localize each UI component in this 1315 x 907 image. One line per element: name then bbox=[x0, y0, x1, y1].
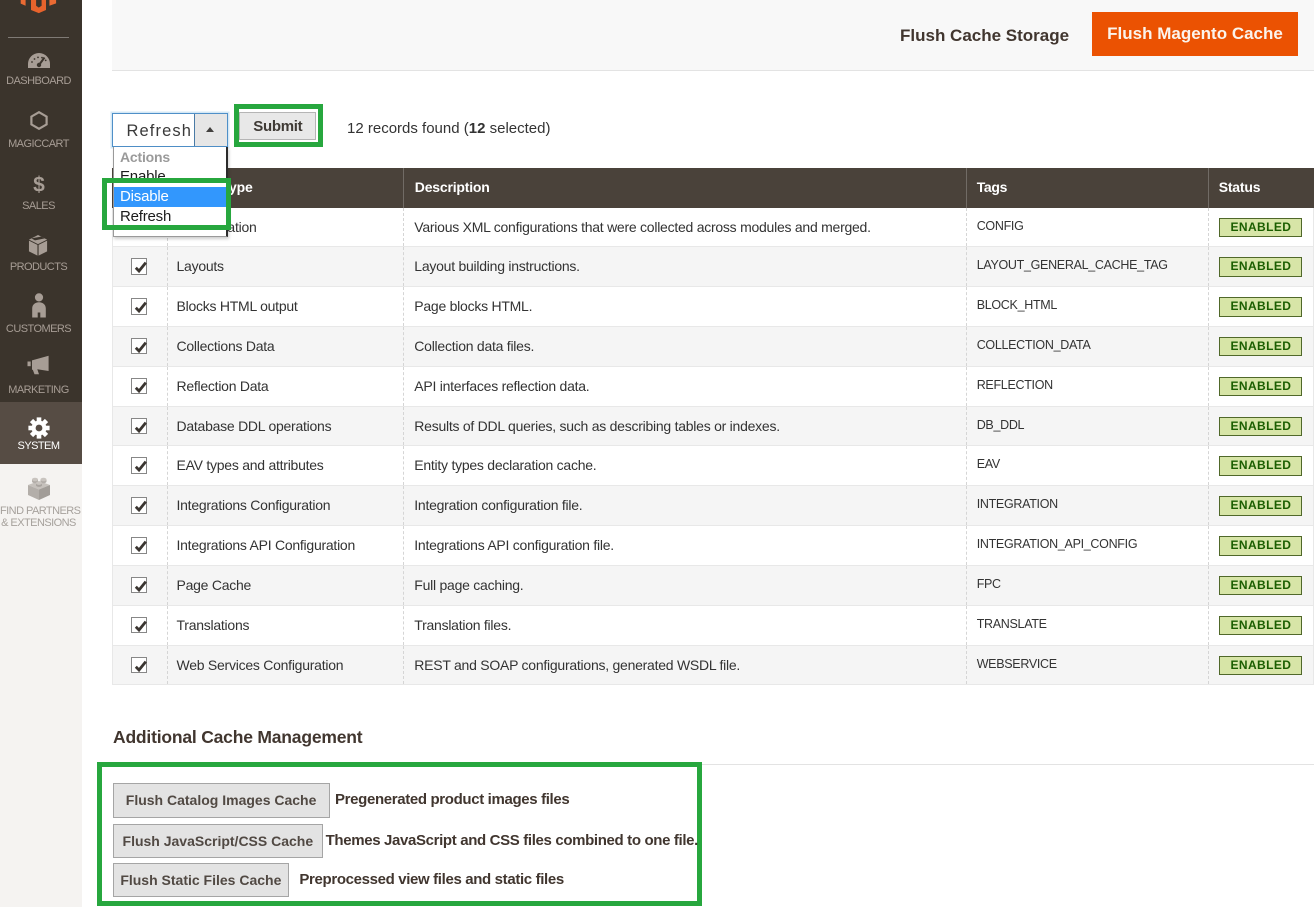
svg-text:$: $ bbox=[33, 174, 45, 195]
